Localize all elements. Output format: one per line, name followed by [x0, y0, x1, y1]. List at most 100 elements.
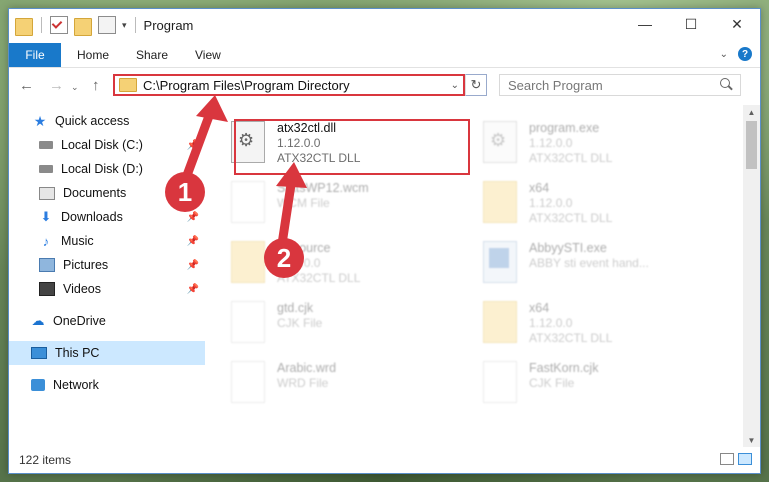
up-button[interactable]: ↑	[92, 77, 100, 94]
file-version: 1.12.0.0	[529, 136, 573, 150]
sidebar-item-local-disk-c[interactable]: Local Disk (C:) 📌	[9, 133, 205, 157]
file-item[interactable]: program.exe 1.12.0.0 ATX32CTL DLL	[483, 121, 612, 166]
address-dropdown-icon[interactable]: ⌄	[451, 80, 459, 91]
sidebar-item-label: OneDrive	[53, 314, 106, 328]
sidebar-item-music[interactable]: ♪ Music 📌	[9, 229, 205, 253]
drive-icon	[39, 165, 53, 173]
document-icon	[483, 361, 517, 403]
tab-view[interactable]: View	[195, 43, 221, 67]
search-box[interactable]: Search Program	[499, 74, 741, 96]
toolbar-separator	[41, 17, 42, 33]
sidebar-item-label: This PC	[55, 346, 100, 360]
sidebar-item-pictures[interactable]: Pictures 📌	[9, 253, 205, 277]
sidebar-item-label: Pictures	[63, 258, 109, 272]
tab-share[interactable]: Share	[136, 43, 168, 67]
file-item[interactable]: FastKorn.cjk CJK File	[483, 361, 598, 403]
search-input[interactable]: Search Program	[500, 78, 718, 93]
file-name: StatsWP12.wcm	[277, 181, 369, 195]
file-item[interactable]: Arabic.wrd WRD File	[231, 361, 336, 403]
file-version: 1.12.0.0	[529, 196, 573, 210]
window-title: Program	[143, 17, 194, 33]
step-1-badge: 1	[165, 172, 205, 212]
document-icon	[231, 361, 265, 403]
minimize-button[interactable]: —	[622, 9, 668, 39]
file-type: WCM File	[277, 196, 330, 210]
documents-icon	[39, 186, 55, 200]
title-bar: ▾ Program — ☐ ✕	[9, 9, 760, 41]
file-item[interactable]: AbbyySTI.exe ABBY sti event hand...	[483, 241, 649, 283]
pin-icon[interactable]: 📌	[187, 260, 199, 271]
sidebar-item-quick-access[interactable]: ★ Quick access	[9, 109, 205, 133]
sidebar-item-this-pc[interactable]: This PC	[9, 341, 205, 365]
file-type: ABBY sti event hand...	[529, 256, 649, 270]
recent-locations-icon[interactable]: ⌄	[71, 82, 79, 93]
computer-icon	[31, 347, 47, 359]
pin-icon[interactable]: 📌	[187, 284, 199, 295]
cloud-icon: ☁	[31, 313, 45, 328]
scrollbar-thumb[interactable]	[746, 121, 757, 169]
sidebar-item-label: Quick access	[55, 114, 130, 128]
file-name: AbbyySTI.exe	[529, 241, 607, 255]
refresh-button[interactable]: ↻	[465, 74, 487, 96]
pin-icon[interactable]: 📌	[187, 212, 199, 223]
file-type: CJK File	[529, 376, 575, 390]
forward-button[interactable]: →	[49, 77, 64, 94]
scroll-up-icon[interactable]: ▲	[743, 105, 760, 119]
file-description: ATX32CTL DLL	[529, 211, 613, 225]
folder-item[interactable]: x64 1.12.0.0 ATX32CTL DLL	[483, 301, 612, 346]
address-bar[interactable]: C:\Program Files\Program Directory ⌄	[113, 74, 465, 96]
drive-icon	[39, 141, 53, 149]
expand-ribbon-icon[interactable]: ⌄	[720, 49, 728, 60]
properties-check-icon[interactable]	[50, 16, 68, 34]
navigation-bar: ← → ⌄ ↑ C:\Program Files\Program Directo…	[9, 69, 760, 103]
document-icon	[231, 301, 265, 343]
file-item[interactable]: StatsWP12.wcm WCM File	[231, 181, 369, 223]
file-item[interactable]: gtd.cjk CJK File	[231, 301, 322, 343]
pin-icon[interactable]: 📌	[187, 236, 199, 247]
help-icon[interactable]: ?	[738, 47, 752, 61]
close-button[interactable]: ✕	[714, 9, 760, 39]
scroll-down-icon[interactable]: ▼	[743, 433, 760, 447]
file-name: x64	[529, 301, 550, 315]
sidebar-item-label: Downloads	[61, 210, 123, 224]
file-name: FastKorn.cjk	[529, 361, 599, 375]
navigation-pane: ★ Quick access Local Disk (C:) 📌 Local D…	[9, 105, 205, 447]
new-folder-icon[interactable]	[74, 18, 92, 36]
tab-home[interactable]: Home	[77, 43, 109, 67]
properties-icon[interactable]	[98, 16, 116, 34]
star-icon: ★	[33, 112, 47, 129]
customize-toolbar-icon[interactable]: ▾	[122, 20, 127, 31]
sidebar-item-label: Network	[53, 378, 99, 392]
sidebar-item-label: Local Disk (C:)	[61, 138, 143, 152]
sidebar-item-onedrive[interactable]: ☁ OneDrive	[9, 309, 205, 333]
vertical-scrollbar[interactable]: ▲ ▼	[743, 105, 760, 447]
file-name: x64	[529, 181, 550, 195]
tab-file[interactable]: File	[9, 43, 61, 67]
network-icon	[31, 379, 45, 391]
address-path[interactable]: C:\Program Files\Program Directory	[143, 78, 451, 93]
pin-icon[interactable]: 📌	[187, 140, 199, 151]
videos-icon	[39, 282, 55, 296]
sidebar-item-label: Videos	[63, 282, 101, 296]
tiles-view-icon[interactable]	[738, 453, 752, 465]
details-view-icon[interactable]	[720, 453, 734, 465]
ribbon-tabs: File Home Share View ⌄ ?	[9, 43, 760, 68]
file-name: gtd.cjk	[277, 301, 314, 315]
maximize-button[interactable]: ☐	[668, 9, 714, 39]
item-count: 122 items	[19, 453, 72, 467]
sidebar-item-videos[interactable]: Videos 📌	[9, 277, 205, 301]
quick-access-toolbar: ▾ Program	[15, 16, 194, 36]
view-toggle	[720, 453, 752, 465]
search-icon[interactable]	[718, 77, 734, 93]
folder-icon	[231, 241, 265, 283]
folder-item[interactable]: x64 1.12.0.0 ATX32CTL DLL	[483, 181, 612, 226]
document-icon	[231, 181, 265, 223]
step-2-badge: 2	[264, 238, 304, 278]
file-type: CJK File	[277, 316, 323, 330]
back-button[interactable]: ←	[19, 77, 34, 94]
window-controls: — ☐ ✕	[622, 9, 760, 39]
file-name: Arabic.wrd	[277, 361, 337, 375]
music-icon: ♪	[42, 233, 50, 249]
sidebar-item-network[interactable]: Network	[9, 373, 205, 397]
file-name: program.exe	[529, 121, 600, 135]
